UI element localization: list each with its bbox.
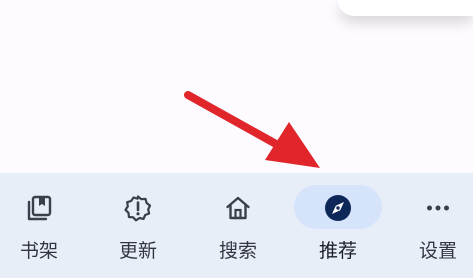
nav-label: 推荐 xyxy=(318,240,357,262)
bookshelf-icon xyxy=(24,193,54,223)
badge-alert-icon xyxy=(123,193,153,223)
nav-label: 搜索 xyxy=(218,240,257,262)
nav-item-search[interactable]: 搜索 xyxy=(192,173,284,278)
compass-icon xyxy=(323,193,353,223)
nav-label: 书架 xyxy=(19,240,58,262)
nav-item-recommend[interactable]: 推荐 xyxy=(292,173,384,278)
bottom-navigation-bar: 书架 更新 搜索 推荐 设置 xyxy=(0,173,473,278)
nav-label: 更新 xyxy=(118,240,157,262)
nav-item-settings[interactable]: 设置 xyxy=(392,173,473,278)
nav-item-updates[interactable]: 更新 xyxy=(92,173,184,278)
home-icon xyxy=(223,193,253,223)
more-dots-icon xyxy=(423,193,453,223)
nav-item-bookshelf[interactable]: 书架 xyxy=(0,173,85,278)
nav-label: 设置 xyxy=(418,240,457,262)
content-area xyxy=(0,0,473,173)
